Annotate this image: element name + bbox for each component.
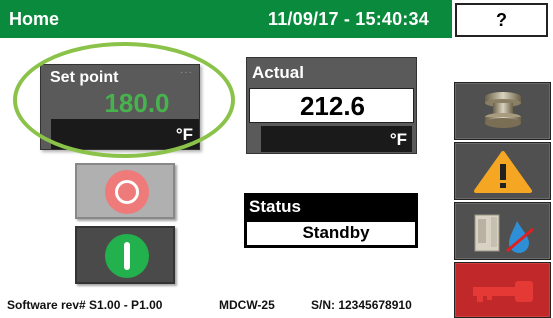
- water-cooler-button[interactable]: [454, 202, 551, 260]
- model-number: MDCW-25: [219, 298, 275, 312]
- actual-unit: °F: [389, 130, 407, 149]
- actual-value-box: 212.6: [249, 88, 414, 123]
- start-icon: [105, 234, 149, 278]
- warning-button[interactable]: [454, 142, 551, 200]
- datetime-display: 11/09/17 - 15:40:34: [268, 9, 429, 29]
- help-button[interactable]: ?: [455, 3, 548, 37]
- actual-label: Actual: [252, 63, 304, 82]
- serial-number: S/N: 12345678910: [311, 298, 412, 312]
- stop-button[interactable]: [75, 163, 175, 219]
- key-icon: [473, 281, 533, 302]
- status-value-box: Standby: [247, 222, 415, 245]
- warning-icon: [474, 151, 532, 193]
- spool-icon: [485, 92, 521, 128]
- set-point-value: 180.0: [104, 88, 170, 118]
- status-value: Standby: [302, 223, 370, 242]
- start-bar: [124, 242, 130, 270]
- page-title: Home: [9, 9, 60, 29]
- set-point-panel[interactable]: Set point ··· 180.0 °F: [40, 64, 200, 150]
- software-revision: Software rev# S1.00 - P1.00: [7, 298, 163, 312]
- actual-value: 212.6: [299, 91, 366, 121]
- edit-dots-icon: ···: [180, 67, 193, 78]
- header-bar: Home 11/09/17 - 15:40:34 ?: [0, 0, 553, 38]
- stop-icon: [105, 170, 149, 214]
- actual-unit-box: °F: [261, 126, 412, 152]
- key-button[interactable]: [454, 262, 551, 318]
- set-point-unit: °F: [175, 125, 193, 144]
- actual-panel: Actual 212.6 °F: [246, 57, 417, 154]
- status-label: Status: [249, 197, 301, 216]
- set-point-unit-box: °F: [51, 119, 199, 149]
- status-panel: Status Standby: [244, 193, 418, 248]
- water-cooler-icon: [474, 214, 534, 253]
- stop-ring: [115, 180, 139, 204]
- set-point-label: Set point: [50, 69, 119, 86]
- spool-button[interactable]: [454, 82, 551, 140]
- start-button[interactable]: [75, 226, 175, 284]
